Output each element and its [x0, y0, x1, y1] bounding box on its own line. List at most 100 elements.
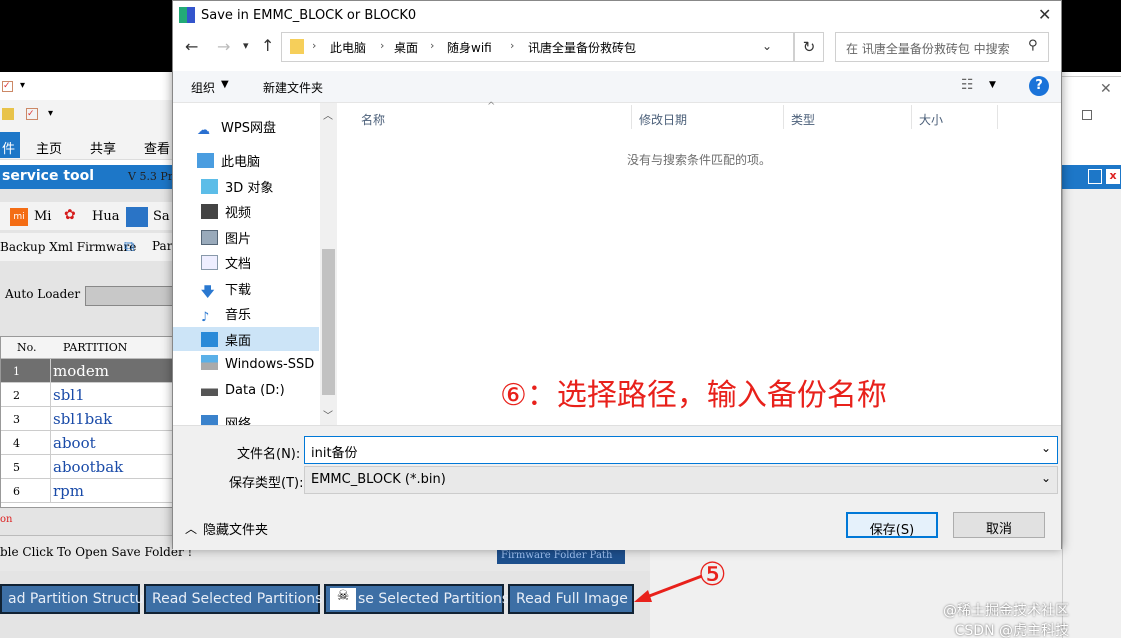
table-row[interactable]: 4 aboot [1, 431, 176, 455]
brand-samsung[interactable]: Sa [153, 209, 170, 224]
breadcrumb-item[interactable]: 此电脑 [330, 39, 366, 56]
filetype-dropdown-icon[interactable]: ⌄ [1041, 471, 1051, 485]
column-divider [911, 105, 912, 129]
nav-item-3d[interactable]: 3D 对象 [201, 177, 273, 199]
row-partition: aboot [53, 434, 96, 452]
search-icon[interactable]: ⚲ [1028, 38, 1038, 53]
cancel-button[interactable]: 取消 [953, 512, 1045, 538]
partition-tab[interactable]: Par [152, 239, 172, 253]
row-partition: abootbak [53, 458, 124, 476]
bg-maximize-icon[interactable] [1082, 110, 1092, 120]
dialog-toolbar: 组织 ▼ 新建文件夹 ☷ ▼ ? [173, 71, 1061, 103]
read-full-image-button[interactable]: Read Full Image [508, 584, 634, 614]
scroll-up-icon[interactable]: ︿ [323, 107, 333, 122]
dialog-title: Save in EMMC_BLOCK or BLOCK0 [201, 8, 417, 23]
column-size[interactable]: 大小 [919, 111, 943, 128]
dropdown-icon[interactable]: ▾ [48, 108, 53, 119]
erase-selected-partitions-button[interactable]: ☠ se Selected Partitions [324, 584, 509, 614]
search-input[interactable]: 在 讯唐全量备份救砖包 中搜索 ⚲ [835, 32, 1049, 62]
view-dropdown-icon[interactable]: ▼ [989, 80, 996, 90]
filetype-select[interactable]: EMMC_BLOCK (*.bin) ⌄ [304, 466, 1058, 494]
backup-xml-firmware-tab[interactable]: Backup Xml Firmware [0, 240, 136, 254]
filename-input[interactable]: init备份 ⌄ [304, 436, 1058, 464]
column-name[interactable]: 名称 [361, 111, 385, 128]
scroll-thumb[interactable] [322, 249, 335, 395]
help-icon[interactable]: ? [1029, 76, 1049, 96]
nav-item-this-pc[interactable]: 此电脑 [197, 151, 260, 173]
view-options-icon[interactable]: ☷ [961, 77, 974, 93]
scroll-down-icon[interactable]: ﹀ [323, 407, 333, 422]
nav-item-video[interactable]: 视频 [201, 202, 251, 224]
hide-folders-toggle[interactable]: 隐藏文件夹 [203, 519, 268, 538]
save-button[interactable]: 保存(S) [846, 512, 938, 538]
checkbox-icon[interactable]: ✓ [26, 108, 38, 120]
nav-item-windows-ssd[interactable]: Windows-SSD [201, 355, 314, 377]
chevron-up-icon[interactable]: ︿ [185, 520, 197, 537]
column-date[interactable]: 修改日期 [639, 111, 687, 128]
navigation-pane: ☁ WPS网盘 此电脑 3D 对象 视频 图片 文档 🡇 下载 ♪ 音乐 桌面 Win… [173, 103, 338, 425]
column-type[interactable]: 类型 [791, 111, 815, 128]
tab-share[interactable]: 共享 [90, 138, 116, 157]
breadcrumb-item[interactable]: 随身wifi [447, 39, 492, 56]
watermark-line: CSDN @虎主科技 [954, 623, 1069, 638]
drive-icon [201, 381, 218, 396]
tab-home[interactable]: 主页 [36, 138, 62, 157]
address-dropdown-icon[interactable]: ⌄ [762, 39, 772, 53]
drive-icon [201, 355, 218, 370]
save-dialog: Save in EMMC_BLOCK or BLOCK0 ✕ ← → ▾ ↑ ›… [172, 0, 1062, 550]
nav-scrollbar[interactable]: ︿ ﹀ [320, 103, 337, 425]
table-row[interactable]: 3 sbl1bak [1, 407, 176, 431]
bg-close-icon[interactable]: ✕ [1100, 81, 1112, 97]
breadcrumb-item[interactable]: 桌面 [394, 39, 418, 56]
tab-file[interactable]: 件 [0, 132, 20, 158]
bg-app-titlebar-right: x [1062, 165, 1121, 189]
read-partition-structure-button[interactable]: ad Partition Structure [0, 584, 158, 614]
network-icon [201, 415, 218, 425]
table-row[interactable]: 2 sbl1 [1, 383, 176, 407]
nav-item-pictures[interactable]: 图片 [201, 228, 251, 250]
folder-icon [2, 108, 14, 120]
nav-item-network[interactable]: 网络 [201, 413, 251, 425]
organize-dropdown-icon[interactable]: ▼ [221, 79, 229, 90]
forward-arrow-icon[interactable]: → [217, 37, 230, 56]
bg-min-icon[interactable] [1088, 169, 1102, 184]
auto-loader-field[interactable] [85, 286, 175, 306]
brand-huawei[interactable]: Hua [92, 209, 119, 224]
nav-item-desktop[interactable]: 桌面 [201, 330, 251, 352]
bg-ribbon-tabs: 件 主页 共享 查看 [0, 132, 175, 158]
brand-mi[interactable]: Mi [34, 209, 51, 224]
filename-dropdown-icon[interactable]: ⌄ [1041, 441, 1051, 455]
checkbox-icon[interactable]: ✓ [2, 81, 13, 92]
nav-item-data-d[interactable]: Data (D:) [201, 381, 285, 403]
back-arrow-icon[interactable]: ← [185, 37, 198, 56]
nav-item-wps[interactable]: ☁ WPS网盘 [197, 117, 276, 139]
firmware-folder-path-button[interactable]: Firmware Folder Path [497, 550, 625, 564]
address-bar[interactable]: › 此电脑 › 桌面 › 随身wifi › 讯唐全量备份救砖包 ⌄ [281, 32, 794, 62]
watermark-line: @稀土掘金技术社区 [943, 603, 1069, 619]
bg-window-frame-right-lower [1062, 102, 1121, 165]
nav-item-documents[interactable]: 文档 [201, 253, 251, 275]
tab-view[interactable]: 查看 [144, 138, 170, 157]
up-arrow-icon[interactable]: ↑ [261, 36, 274, 55]
nav-item-downloads[interactable]: 🡇 下载 [201, 279, 251, 301]
nav-item-music[interactable]: ♪ 音乐 [201, 304, 251, 326]
table-row[interactable]: 5 abootbak [1, 455, 176, 479]
table-row[interactable]: 6 rpm [1, 479, 176, 503]
new-folder-button[interactable]: 新建文件夹 [263, 79, 323, 96]
recent-chevron-icon[interactable]: ▾ [243, 39, 249, 52]
read-selected-partitions-button[interactable]: Read Selected Partitions [144, 584, 322, 614]
organize-button[interactable]: 组织 [191, 79, 215, 96]
filetype-value: EMMC_BLOCK (*.bin) [311, 472, 446, 487]
refresh-icon[interactable]: ↻ [794, 32, 824, 62]
column-divider [783, 105, 784, 129]
breadcrumb-item[interactable]: 讯唐全量备份救砖包 [528, 39, 636, 56]
dropdown-icon[interactable]: ▾ [20, 80, 25, 91]
row-partition: sbl1 [53, 386, 85, 404]
table-row[interactable]: 1 modem [1, 359, 176, 383]
partition-icon: ⧉ [124, 237, 135, 255]
bg-close-red-icon[interactable]: x [1106, 169, 1120, 184]
erase-button-label: se Selected Partitions [358, 591, 510, 607]
auto-loader-label: Auto Loader [5, 287, 81, 301]
close-icon[interactable]: ✕ [1038, 5, 1051, 24]
filename-label: 文件名(N): [237, 447, 301, 462]
